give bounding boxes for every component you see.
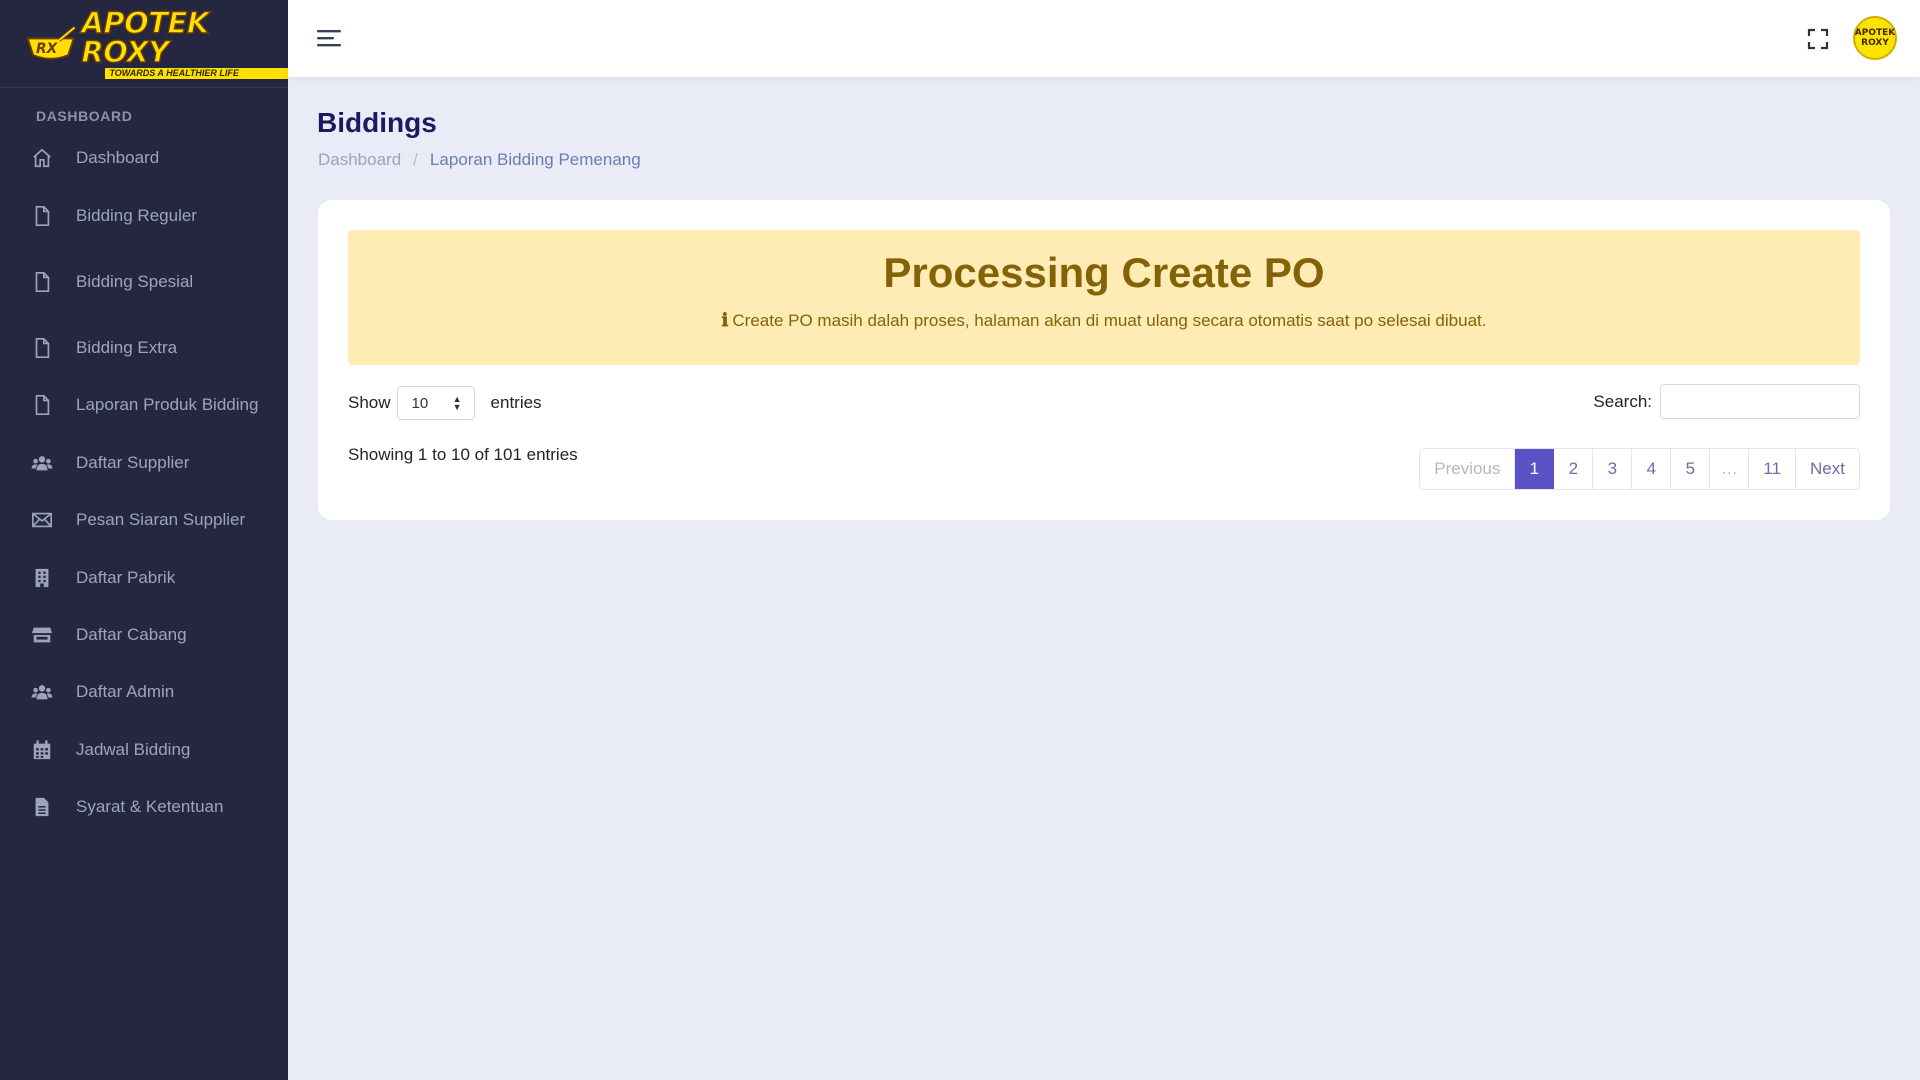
sidebar-item-pesan-siaran-supplier[interactable]: Pesan Siaran Supplier <box>0 502 288 538</box>
breadcrumb: Dashboard / Laporan Bidding Pemenang <box>318 150 641 170</box>
pagination-next[interactable]: Next <box>1796 449 1859 489</box>
pagination-page-2[interactable]: 2 <box>1554 449 1594 489</box>
sidebar-item-dashboard[interactable]: Dashboard <box>0 140 288 176</box>
sidebar-item-label: Bidding Extra <box>76 338 178 357</box>
avatar-line-1: APOTEK <box>1854 28 1896 38</box>
file-icon <box>30 270 54 294</box>
search-label: Search: <box>1593 391 1652 411</box>
logo-mark: RX <box>36 41 59 57</box>
sidebar-item-bidding-reguler[interactable]: Bidding Reguler <box>0 198 288 234</box>
sidebar-item-label: Bidding Reguler <box>76 206 197 225</box>
search-control: Search: <box>1593 384 1860 419</box>
select-arrows-icon: ▲ ▼ <box>452 394 462 412</box>
sidebar-item-label: Daftar Cabang <box>76 625 187 644</box>
file-icon <box>30 393 54 417</box>
entries-length-control: Show 10 ▲ ▼ entries <box>348 386 542 420</box>
sidebar-item-label: Daftar Supplier <box>76 453 190 472</box>
file-icon <box>30 204 54 228</box>
alert-title: Processing Create PO <box>883 249 1325 296</box>
show-label: Show <box>348 393 391 412</box>
users-icon <box>30 680 54 704</box>
brand-logo[interactable]: RX APOTEK ROXY TOWARDS A HEALTHIER LIFE <box>24 5 288 79</box>
sidebar-item-daftar-supplier[interactable]: Daftar Supplier <box>0 445 288 481</box>
content-card: Processing Create PO ℹ Create PO masih d… <box>318 200 1890 520</box>
sidebar-item-bidding-extra[interactable]: Bidding Extra <box>0 330 288 366</box>
pagination-ellipsis: … <box>1710 449 1750 489</box>
sidebar-item-label: Laporan Produk Bidding <box>76 395 259 414</box>
breadcrumb-separator: / <box>413 150 418 169</box>
topbar: APOTEK ROXY <box>288 0 1920 77</box>
calendar-icon <box>30 738 54 762</box>
hamburger-menu-icon[interactable] <box>316 26 342 50</box>
envelope-icon <box>30 508 54 532</box>
sidebar-item-label: Jadwal Bidding <box>76 740 191 759</box>
sidebar-item-daftar-pabrik[interactable]: Daftar Pabrik <box>0 560 288 596</box>
entries-label: entries <box>490 393 542 412</box>
users-icon <box>30 451 54 475</box>
entries-select-value: 10 <box>411 394 429 412</box>
home-icon <box>30 146 54 170</box>
pagination-previous[interactable]: Previous <box>1420 449 1516 489</box>
pagination-page-3[interactable]: 3 <box>1593 449 1633 489</box>
document-icon <box>30 795 54 819</box>
rx-mortar-logo-icon: RX <box>26 25 76 60</box>
table-info: Showing 1 to 10 of 101 entries <box>348 445 578 464</box>
sidebar-item-label: Bidding Spesial <box>76 272 194 291</box>
breadcrumb-home-link[interactable]: Dashboard <box>318 150 401 170</box>
logo-tagline: TOWARDS A HEALTHIER LIFE <box>105 67 288 79</box>
sidebar-section-title: DASHBOARD <box>36 108 133 124</box>
logo-title: APOTEK ROXY <box>81 5 210 69</box>
avatar-line-2: ROXY <box>1861 38 1889 48</box>
store-icon <box>30 623 54 647</box>
logo-text: APOTEK ROXY TOWARDS A HEALTHIER LIFE <box>81 5 288 79</box>
sidebar-item-syarat-ketentuan[interactable]: Syarat & Ketentuan <box>0 789 288 825</box>
alert-message-row: ℹ Create PO masih dalah proses, halaman … <box>348 310 1860 331</box>
sidebar-item-laporan-produk-bidding[interactable]: Laporan Produk Bidding <box>0 387 288 423</box>
pagination: Previous 1 2 3 4 5 … 11 Next <box>1419 448 1860 490</box>
breadcrumb-current: Laporan Bidding Pemenang <box>429 150 641 169</box>
sidebar-item-label: Daftar Pabrik <box>76 568 176 587</box>
sidebar-item-jadwal-bidding[interactable]: Jadwal Bidding <box>0 732 288 768</box>
pagination-page-11[interactable]: 11 <box>1749 449 1797 489</box>
sidebar-item-daftar-admin[interactable]: Daftar Admin <box>0 674 288 710</box>
sidebar-item-label: Dashboard <box>76 148 160 167</box>
sidebar-item-bidding-spesial[interactable]: Bidding Spesial <box>0 264 288 300</box>
fullscreen-icon[interactable] <box>1806 27 1830 51</box>
pagination-page-1[interactable]: 1 <box>1515 449 1555 489</box>
pagination-page-4[interactable]: 4 <box>1632 449 1672 489</box>
building-icon <box>30 566 54 590</box>
sidebar-item-label: Pesan Siaran Supplier <box>76 510 246 529</box>
sidebar-item-label: Daftar Admin <box>76 682 175 701</box>
pagination-page-5[interactable]: 5 <box>1671 449 1711 489</box>
alert-message: Create PO masih dalah proses, halaman ak… <box>732 310 1487 330</box>
page-title: Biddings <box>317 107 437 138</box>
sidebar-item-label: Syarat & Ketentuan <box>76 797 224 816</box>
info-icon: ℹ <box>721 310 729 331</box>
search-input[interactable] <box>1660 384 1860 419</box>
sidebar-item-daftar-cabang[interactable]: Daftar Cabang <box>0 617 288 653</box>
processing-alert: Processing Create PO ℹ Create PO masih d… <box>348 230 1860 365</box>
sidebar: RX APOTEK ROXY TOWARDS A HEALTHIER LIFE … <box>0 0 288 1080</box>
file-icon <box>30 336 54 360</box>
logo-area: RX APOTEK ROXY TOWARDS A HEALTHIER LIFE <box>0 0 288 88</box>
user-avatar[interactable]: APOTEK ROXY <box>1853 16 1897 60</box>
entries-select[interactable]: 10 ▲ ▼ <box>396 386 475 420</box>
